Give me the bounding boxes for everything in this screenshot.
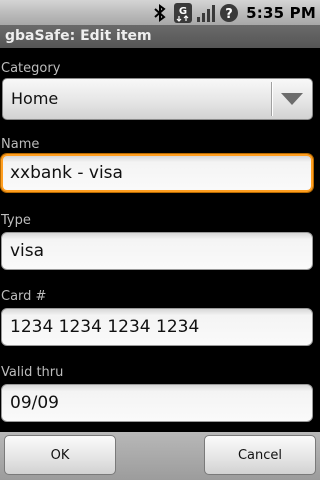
title-bar: gbaSafe: Edit item bbox=[0, 25, 320, 49]
status-bar: G ? 5:35 PM bbox=[0, 0, 320, 25]
cancel-button[interactable]: Cancel bbox=[204, 435, 316, 475]
name-label: Name bbox=[1, 137, 40, 152]
category-spinner[interactable]: Home bbox=[2, 78, 313, 120]
status-icons: G ? 5:35 PM bbox=[150, 2, 316, 23]
page-title: gbaSafe: Edit item bbox=[5, 28, 152, 44]
bluetooth-icon bbox=[150, 3, 170, 23]
valid-thru-value: 09/09 bbox=[10, 393, 59, 413]
type-label: Type bbox=[1, 213, 31, 228]
spinner-divider bbox=[271, 82, 272, 116]
chevron-down-icon bbox=[281, 93, 303, 105]
card-number-label: Card # bbox=[1, 289, 47, 304]
edit-item-form: Category Home Name xxbank - visa Type vi… bbox=[0, 48, 320, 432]
valid-thru-field[interactable]: 09/09 bbox=[1, 384, 313, 422]
alert-icon: ? bbox=[219, 3, 239, 23]
signal-icon bbox=[196, 3, 216, 23]
button-bar: OK Cancel bbox=[0, 432, 320, 480]
name-value: xxbank - visa bbox=[10, 163, 123, 183]
category-label: Category bbox=[1, 61, 61, 76]
type-field[interactable]: visa bbox=[1, 232, 313, 270]
clock-time: 5:35 PM bbox=[246, 3, 316, 22]
gprs-data-icon: G bbox=[173, 2, 193, 23]
type-value: visa bbox=[10, 241, 45, 261]
valid-thru-label: Valid thru bbox=[1, 365, 64, 380]
category-value: Home bbox=[11, 89, 59, 108]
card-number-value: 1234 1234 1234 1234 bbox=[10, 317, 200, 337]
name-field[interactable]: xxbank - visa bbox=[1, 154, 313, 192]
svg-text:?: ? bbox=[225, 7, 233, 22]
card-number-field[interactable]: 1234 1234 1234 1234 bbox=[1, 308, 313, 346]
ok-button[interactable]: OK bbox=[4, 435, 116, 475]
